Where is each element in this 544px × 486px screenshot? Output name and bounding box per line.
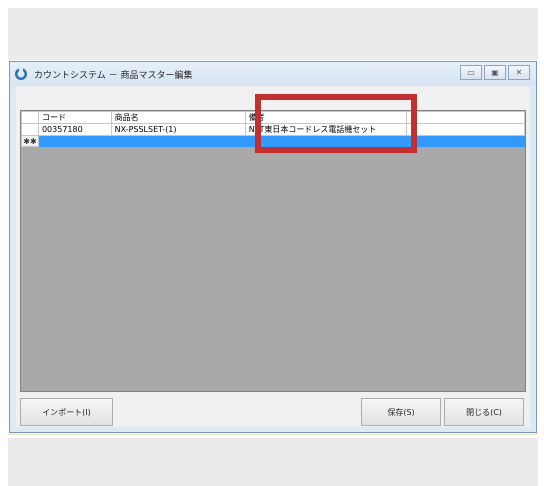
app-window: カウントシステム － 商品マスター編集 ▭ ▣ ✕ コード 商品名 備考 003… [9,61,537,433]
window-controls: ▭ ▣ ✕ [458,65,530,80]
close-button[interactable]: ✕ [508,65,530,80]
divider-line [8,433,538,435]
new-cell-code[interactable] [37,135,112,147]
new-cell-name[interactable] [110,135,246,147]
column-header-note[interactable]: 備考 [244,111,408,124]
top-band [8,8,538,60]
cell-note[interactable]: NTT東日本コードレス電話機セット [244,123,408,136]
close-dialog-button[interactable]: 閉じる(C) [444,398,524,426]
footer-bar: インポート(I) 保存(S) 閉じる(C) [20,397,530,427]
new-cell-note[interactable] [244,135,408,147]
bottom-band [8,438,538,486]
minimize-button[interactable]: ▭ [460,65,482,80]
row-header[interactable] [21,123,39,136]
table-row[interactable]: 00357180 NX-PSSLSET-(1) NTT東日本コードレス電話機セッ… [21,123,525,136]
cell-name[interactable]: NX-PSSLSET-(1) [110,123,246,136]
minimize-icon: ▭ [467,67,475,77]
new-row-fill[interactable] [406,135,525,147]
client-area: コード 商品名 備考 00357180 NX-PSSLSET-(1) NTT東日… [16,86,530,427]
header-fill [406,111,525,124]
title-bar[interactable]: カウントシステム － 商品マスター編集 ▭ ▣ ✕ [10,62,536,86]
maximize-icon: ▣ [491,67,499,77]
column-header-code[interactable]: コード [37,111,112,124]
import-button[interactable]: インポート(I) [20,398,113,426]
row-fill [406,123,525,136]
grid-header-row: コード 商品名 備考 [21,111,525,124]
header-corner [21,111,39,124]
new-row[interactable]: ✱✱ [21,135,525,147]
close-icon: ✕ [515,67,523,77]
maximize-button[interactable]: ▣ [484,65,506,80]
product-grid[interactable]: コード 商品名 備考 00357180 NX-PSSLSET-(1) NTT東日… [20,110,526,392]
new-row-marker-icon[interactable]: ✱✱ [21,135,39,147]
column-header-name[interactable]: 商品名 [110,111,246,124]
save-button[interactable]: 保存(S) [361,398,441,426]
app-logo-icon [15,67,27,80]
window-title: カウントシステム － 商品マスター編集 [34,71,193,81]
cell-code[interactable]: 00357180 [37,123,112,136]
grid-table: コード 商品名 備考 00357180 NX-PSSLSET-(1) NTT東日… [21,111,525,147]
